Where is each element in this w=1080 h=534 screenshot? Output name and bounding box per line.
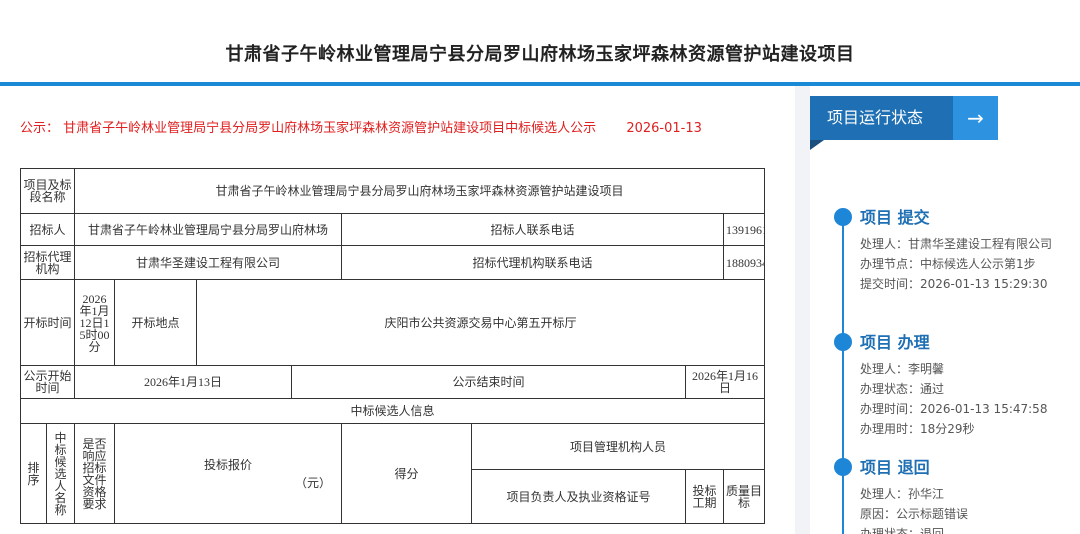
timeline-dot-icon — [834, 458, 852, 476]
pub-end-label: 公示结束时间 — [291, 365, 687, 399]
open-time-label: 开标时间 — [19, 279, 76, 366]
status-tab[interactable]: 项目运行状态 — [810, 96, 953, 140]
tenderer-phone-value: 13919613109 — [723, 213, 766, 246]
tenderer-phone-label: 招标人联系电话 — [341, 213, 725, 246]
col-bid-price-unit: （元） — [295, 475, 332, 490]
notice-title-link[interactable]: 甘肃省子午岭林业管理局宁县分局罗山府林场玉家坪森林资源管护站建设项目中标候选人公… — [63, 121, 596, 136]
step-detail: 办理节点：中标候选人公示第1步 — [860, 257, 1036, 271]
candidate-table: 项目及标段名称 甘肃省子午岭林业管理局宁县分局罗山府林场玉家坪森林资源管护站建设… — [19, 168, 766, 524]
step-details: 处理人：甘肃华圣建设工程有限公司 办理节点：中标候选人公示第1步 提交时间：20… — [860, 234, 1060, 294]
project-name-value: 甘肃省子午岭林业管理局宁县分局罗山府林场玉家坪森林资源管护站建设项目 — [74, 168, 766, 214]
col-pm-lead: 项目负责人及执业资格证号 — [471, 469, 687, 524]
col-period: 投标工期 — [685, 469, 725, 524]
arrow-right-icon[interactable]: → — [953, 96, 998, 140]
notice-line: 公示： 甘肃省子午岭林业管理局宁县分局罗山府林场玉家坪森林资源管护站建设项目中标… — [20, 117, 702, 136]
step-detail: 办理状态：通过 — [860, 382, 945, 396]
col-quality: 质量目标 — [723, 469, 766, 524]
open-time-value: 2026年1月12日15时00分 — [74, 279, 116, 366]
pub-start-label: 公示开始时间 — [19, 365, 76, 399]
step-title: 项目 退回 — [860, 458, 930, 477]
step-detail: 办理用时：18分29秒 — [860, 422, 975, 436]
candidate-info-header: 中标候选人信息 — [19, 398, 766, 424]
step-detail: 办理状态：退回 — [860, 527, 945, 534]
step-title: 项目 提交 — [860, 208, 930, 227]
step-detail: 处理人：李明馨 — [860, 362, 945, 376]
agent-phone-value: 18809345687 — [723, 245, 766, 280]
open-place-label: 开标地点 — [114, 279, 198, 366]
notice-date: 2026-01-13 — [626, 121, 702, 136]
col-candidate: 中标候选人名称 — [45, 423, 76, 524]
col-pm-staff: 项目管理机构人员 — [471, 423, 766, 470]
step-detail: 原因：公示标题错误 — [860, 507, 969, 521]
step-details: 处理人：李明馨 办理状态：通过 办理时间：2026-01-13 15:47:58… — [860, 359, 1060, 439]
project-name-label: 项目及标段名称 — [19, 168, 76, 214]
step-detail: 办理时间：2026-01-13 15:47:58 — [860, 402, 1048, 416]
step-title: 项目 办理 — [860, 333, 930, 352]
step-detail: 处理人：孙华江 — [860, 487, 945, 501]
pub-end-value: 2026年1月16日 — [685, 365, 766, 399]
open-place-value: 庆阳市公共资源交易中心第五开标厅 — [196, 279, 766, 366]
step-detail: 处理人：甘肃华圣建设工程有限公司 — [860, 237, 1053, 251]
notice-prefix: 公示： — [20, 121, 60, 136]
agent-phone-label: 招标代理机构联系电话 — [341, 245, 725, 280]
tenderer-value: 甘肃省子午岭林业管理局宁县分局罗山府林场 — [74, 213, 343, 246]
page-header: 甘肃省子午岭林业管理局宁县分局罗山府林场玉家坪森林资源管护站建设项目 — [0, 0, 1080, 84]
status-panel: 项目运行状态 → 项目 提交 处理人：甘肃华圣建设工程有限公司 办理节点：中标候… — [810, 86, 1080, 534]
col-bid-price: 投标报价 （元） — [114, 423, 343, 524]
col-bid-price-label: 投标报价 — [204, 457, 253, 472]
agent-value: 甘肃华圣建设工程有限公司 — [74, 245, 343, 280]
col-score: 得分 — [341, 423, 473, 524]
timeline-dot-icon — [834, 208, 852, 226]
pub-start-value: 2026年1月13日 — [74, 365, 293, 399]
step-details: 处理人：孙华江 原因：公示标题错误 办理状态：退回 — [860, 484, 1060, 534]
agent-label: 招标代理机构 — [19, 245, 76, 280]
step-detail: 提交时间：2026-01-13 15:29:30 — [860, 277, 1048, 291]
col-rank: 排序 — [20, 423, 47, 524]
col-respond: 是否响应招标文件资格要求 — [74, 423, 116, 524]
timeline-dot-icon — [834, 333, 852, 351]
tab-fold-decoration — [810, 140, 824, 150]
page-title: 甘肃省子午岭林业管理局宁县分局罗山府林场玉家坪森林资源管护站建设项目 — [225, 44, 855, 65]
timeline-line — [842, 212, 844, 534]
tenderer-label: 招标人 — [19, 213, 76, 246]
